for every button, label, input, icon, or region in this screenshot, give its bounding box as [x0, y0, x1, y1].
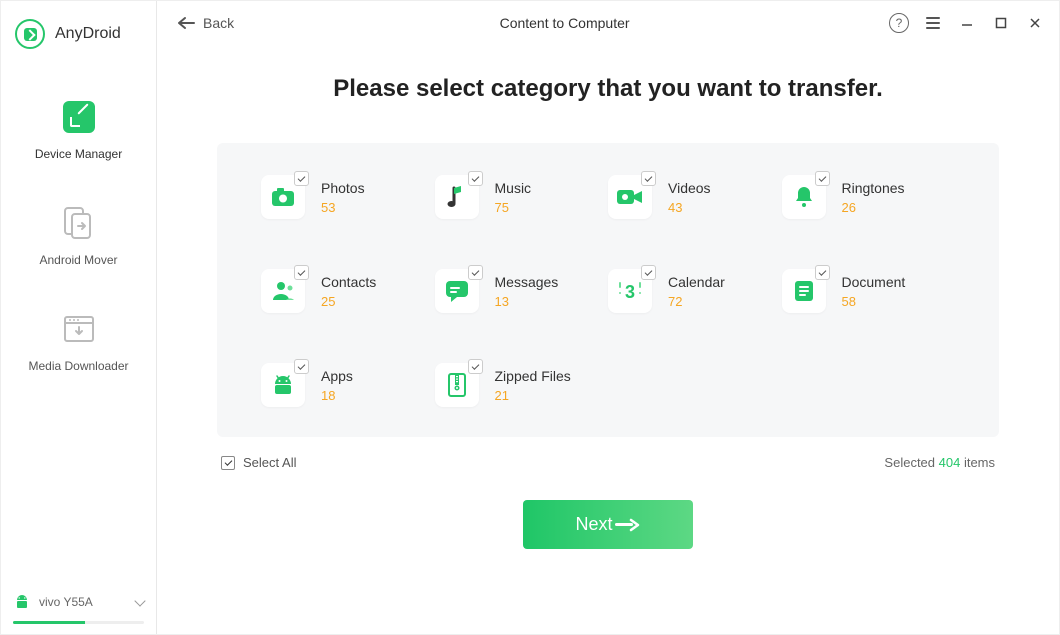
category-count: 53	[321, 200, 365, 215]
category-panel: Photos 53 Music 75 Videos 43 Ringtones 26 Contac…	[217, 143, 999, 437]
video-camera-icon	[608, 175, 652, 219]
window-controls: ?	[889, 13, 1045, 33]
device-name: vivo Y55A	[39, 595, 128, 609]
category-item-ringtones[interactable]: Ringtones 26	[782, 175, 956, 219]
checkbox-icon	[294, 359, 309, 374]
media-downloader-icon	[62, 314, 96, 344]
checkbox-icon	[468, 359, 483, 374]
checkbox-icon	[641, 265, 656, 280]
device-storage-bar	[13, 621, 144, 624]
help-button[interactable]: ?	[889, 13, 909, 33]
category-item-music[interactable]: Music 75	[435, 175, 609, 219]
back-button[interactable]: Back	[171, 11, 240, 35]
category-label: Ringtones	[842, 180, 905, 196]
checkbox-icon	[468, 171, 483, 186]
category-count: 58	[842, 294, 906, 309]
next-button[interactable]: Next	[523, 500, 692, 549]
sidebar: AnyDroid Device Manager Android Mover Me…	[1, 1, 157, 634]
selected-info: Selected 404 items	[884, 455, 995, 470]
maximize-button[interactable]	[991, 13, 1011, 33]
menu-button[interactable]	[923, 13, 943, 33]
android-icon	[13, 593, 31, 611]
category-label: Messages	[495, 274, 559, 290]
checkbox-icon	[468, 265, 483, 280]
android-robot-icon	[261, 363, 305, 407]
app-logo-area: AnyDroid	[1, 1, 156, 73]
close-button[interactable]	[1025, 13, 1045, 33]
person-icon	[261, 269, 305, 313]
category-item-contacts[interactable]: Contacts 25	[261, 269, 435, 313]
category-label: Calendar	[668, 274, 725, 290]
category-item-videos[interactable]: Videos 43	[608, 175, 782, 219]
app-name: AnyDroid	[55, 25, 121, 43]
category-count: 13	[495, 294, 559, 309]
next-label: Next	[575, 514, 612, 535]
device-manager-icon	[63, 101, 95, 133]
category-label: Apps	[321, 368, 353, 384]
sidebar-item-label: Media Downloader	[28, 359, 128, 373]
category-label: Music	[495, 180, 532, 196]
category-item-calendar[interactable]: 3 Calendar 72	[608, 269, 782, 313]
sidebar-item-label: Device Manager	[35, 147, 122, 161]
arrow-right-icon	[629, 518, 641, 532]
category-count: 72	[668, 294, 725, 309]
category-label: Contacts	[321, 274, 376, 290]
titlebar: Back Content to Computer ?	[157, 1, 1059, 45]
app-logo-icon	[15, 19, 45, 49]
checkbox-icon	[815, 171, 830, 186]
select-all-checkbox[interactable]: Select All	[221, 455, 296, 470]
checkbox-icon	[641, 171, 656, 186]
category-label: Document	[842, 274, 906, 290]
category-count: 21	[495, 388, 571, 403]
sidebar-item-label: Android Mover	[39, 253, 117, 267]
category-item-document[interactable]: Document 58	[782, 269, 956, 313]
category-count: 75	[495, 200, 532, 215]
page-title: Content to Computer	[240, 15, 889, 31]
sidebar-item-android-mover[interactable]: Android Mover	[1, 183, 156, 289]
sidebar-items: Device Manager Android Mover Media Downl…	[1, 73, 156, 583]
sidebar-item-media-downloader[interactable]: Media Downloader	[1, 289, 156, 395]
camera-icon	[261, 175, 305, 219]
category-label: Zipped Files	[495, 368, 571, 384]
footer-row: Select All Selected 404 items	[217, 437, 999, 476]
category-count: 43	[668, 200, 711, 215]
svg-text:3: 3	[625, 282, 635, 302]
checkbox-icon	[815, 265, 830, 280]
category-item-messages[interactable]: Messages 13	[435, 269, 609, 313]
category-count: 18	[321, 388, 353, 403]
sidebar-item-device-manager[interactable]: Device Manager	[1, 77, 156, 183]
category-count: 26	[842, 200, 905, 215]
checkbox-icon	[294, 265, 309, 280]
minimize-button[interactable]	[957, 13, 977, 33]
category-item-zipped[interactable]: Zipped Files 21	[435, 363, 609, 407]
heading: Please select category that you want to …	[217, 75, 999, 103]
device-selector[interactable]: vivo Y55A	[1, 583, 156, 621]
back-label: Back	[203, 15, 234, 31]
category-label: Videos	[668, 180, 711, 196]
bell-icon	[782, 175, 826, 219]
zip-file-icon	[435, 363, 479, 407]
chevron-down-icon	[134, 595, 145, 606]
category-item-apps[interactable]: Apps 18	[261, 363, 435, 407]
document-icon	[782, 269, 826, 313]
calendar-icon: 3	[608, 269, 652, 313]
checkbox-icon	[221, 456, 235, 470]
help-icon: ?	[889, 13, 909, 33]
back-arrow-icon	[177, 16, 195, 30]
main-area: Back Content to Computer ? Please select…	[157, 1, 1059, 634]
music-note-icon	[435, 175, 479, 219]
select-all-label: Select All	[243, 455, 296, 470]
hamburger-icon	[926, 17, 940, 29]
android-mover-icon	[62, 206, 96, 240]
checkbox-icon	[294, 171, 309, 186]
category-label: Photos	[321, 180, 365, 196]
chat-bubble-icon	[435, 269, 479, 313]
category-item-photos[interactable]: Photos 53	[261, 175, 435, 219]
category-count: 25	[321, 294, 376, 309]
